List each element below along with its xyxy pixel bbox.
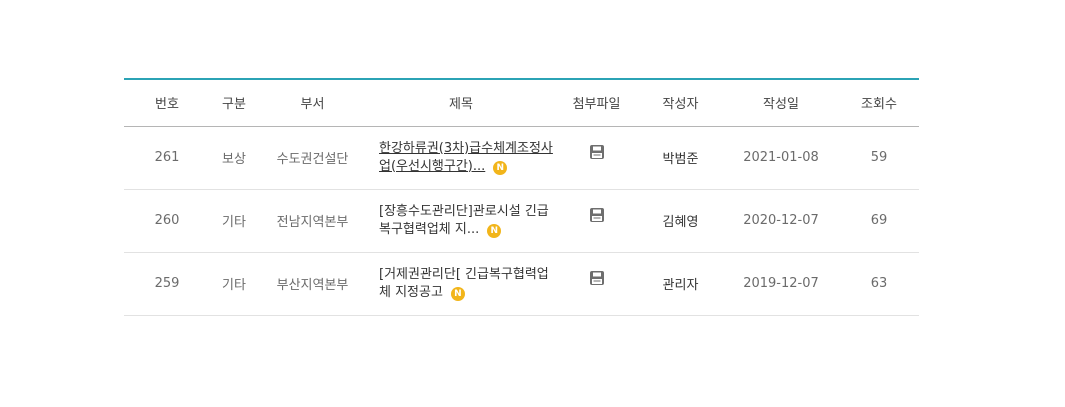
save-icon[interactable] (589, 270, 605, 286)
header-views: 조회수 (861, 97, 897, 113)
cell-title: 한강하류권(3차)급수체계조정사업(우선시행구간)... N (367, 126, 555, 189)
table-row[interactable]: 259 기타 부산지역본부 [거제권관리단[ 긴급복구협력업체 지정공고 N 관… (124, 252, 919, 315)
cell-author: 박범준 (662, 152, 699, 167)
cell-category: 보상 (222, 152, 246, 167)
table-header-row: 번호 구분 부서 제목 첨부파일 작성자 작성일 조회수 (124, 80, 919, 126)
cell-views: 69 (870, 213, 888, 228)
post-title-link[interactable]: [거제권관리단[ 긴급복구협력업체 지정공고 N (379, 266, 554, 302)
cell-category: 기타 (222, 278, 246, 293)
cell-department: 전남지역본부 (276, 215, 349, 230)
cell-date: 2021-01-08 (743, 150, 819, 165)
cell-attachment (555, 126, 638, 189)
cell-date: 2019-12-07 (743, 276, 819, 291)
cell-views: 63 (870, 276, 888, 291)
cell-date: 2020-12-07 (743, 213, 819, 228)
cell-attachment (555, 189, 638, 252)
cell-author: 관리자 (662, 278, 699, 293)
header-department: 부서 (300, 97, 325, 113)
header-no: 번호 (155, 97, 179, 113)
header-title: 제목 (449, 97, 473, 113)
header-author: 작성자 (662, 97, 699, 113)
board-list: 번호 구분 부서 제목 첨부파일 작성자 작성일 조회수 261 보상 수도권건… (124, 78, 919, 316)
save-icon[interactable] (589, 207, 605, 223)
post-title-link[interactable]: [장흥수도관리단]관로시설 긴급복구협력업체 지... N (379, 203, 554, 239)
post-title-text: [장흥수도관리단]관로시설 긴급복구협력업체 지... (379, 203, 549, 237)
header-date: 작성일 (763, 97, 799, 113)
new-badge: N (450, 286, 465, 301)
cell-title: [거제권관리단[ 긴급복구협력업체 지정공고 N (367, 252, 555, 315)
cell-views: 59 (870, 150, 888, 165)
cell-attachment (555, 252, 638, 315)
cell-no: 261 (154, 150, 180, 165)
table-row[interactable]: 260 기타 전남지역본부 [장흥수도관리단]관로시설 긴급복구협력업체 지..… (124, 189, 919, 252)
new-badge: N (487, 223, 502, 238)
cell-author: 김혜영 (662, 215, 699, 230)
post-title-text: 한강하류권(3차)급수체계조정사업(우선시행구간)... (379, 140, 553, 174)
cell-no: 260 (154, 213, 180, 228)
board-table: 번호 구분 부서 제목 첨부파일 작성자 작성일 조회수 261 보상 수도권건… (124, 80, 919, 316)
cell-department: 부산지역본부 (276, 278, 349, 293)
save-icon[interactable] (589, 144, 605, 160)
header-attachment: 첨부파일 (572, 97, 621, 113)
cell-category: 기타 (222, 215, 246, 230)
cell-department: 수도권건설단 (276, 152, 349, 167)
cell-no: 259 (154, 276, 180, 291)
new-badge: N (493, 160, 508, 175)
post-title-link[interactable]: 한강하류권(3차)급수체계조정사업(우선시행구간)... N (379, 140, 554, 176)
table-row[interactable]: 261 보상 수도권건설단 한강하류권(3차)급수체계조정사업(우선시행구간).… (124, 126, 919, 189)
header-category: 구분 (222, 97, 246, 113)
cell-title: [장흥수도관리단]관로시설 긴급복구협력업체 지... N (367, 189, 555, 252)
